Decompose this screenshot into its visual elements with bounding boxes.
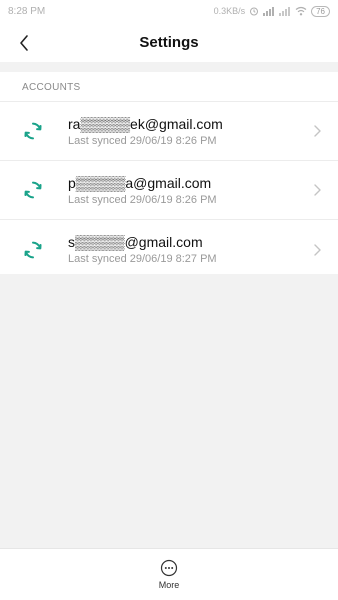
account-text: ra▒▒▒▒▒ek@gmail.com Last synced 29/06/19… [68, 116, 312, 147]
account-sync-status: Last synced 29/06/19 8:26 PM [68, 134, 217, 147]
wifi-icon [295, 6, 307, 16]
more-button[interactable]: More [158, 559, 180, 590]
alarm-icon [250, 7, 259, 16]
more-label: More [158, 580, 180, 590]
network-speed: 0.3KB/s [213, 6, 246, 16]
chevron-right-icon [314, 125, 321, 137]
no-signal-icon [279, 7, 291, 16]
signal-icon [263, 7, 275, 16]
account-row[interactable]: p▒▒▒▒▒a@gmail.com Last synced 29/06/19 8… [0, 161, 338, 220]
status-bar: 8:28 PM 0.3KB/s 76 [0, 0, 338, 22]
account-row[interactable]: s▒▒▒▒▒@gmail.com Last synced 29/06/19 8:… [0, 220, 338, 279]
accounts-section: ACCOUNTS ra▒▒▒▒▒ek@gmail.com Last synced… [0, 72, 338, 279]
empty-area [0, 274, 338, 548]
account-email: ra▒▒▒▒▒ek@gmail.com [68, 115, 223, 132]
back-button[interactable] [10, 29, 38, 57]
status-icons: 0.3KB/s 76 [213, 5, 330, 17]
account-row[interactable]: ra▒▒▒▒▒ek@gmail.com Last synced 29/06/19… [0, 102, 338, 161]
section-header: ACCOUNTS [0, 72, 338, 102]
battery-icon: 76 [311, 5, 330, 17]
account-text: s▒▒▒▒▒@gmail.com Last synced 29/06/19 8:… [68, 234, 312, 265]
bottom-bar: More [0, 548, 338, 600]
sync-icon [24, 181, 42, 199]
account-text: p▒▒▒▒▒a@gmail.com Last synced 29/06/19 8… [68, 175, 312, 206]
account-email: s▒▒▒▒▒@gmail.com [68, 234, 203, 250]
sync-icon [24, 122, 42, 140]
sync-icon [24, 241, 42, 258]
app-bar: Settings [0, 22, 338, 62]
back-chevron-icon [20, 35, 28, 51]
chevron-right-icon [314, 243, 321, 256]
status-time: 8:28 PM [8, 5, 46, 17]
chevron-right-icon [314, 184, 321, 196]
page-title: Settings [139, 33, 199, 51]
more-dots-icon [160, 559, 178, 577]
account-sync-status: Last synced 29/06/19 8:26 PM [68, 193, 217, 206]
account-email: p▒▒▒▒▒a@gmail.com [68, 174, 212, 191]
account-sync-status: Last synced 29/06/19 8:27 PM [68, 253, 217, 265]
